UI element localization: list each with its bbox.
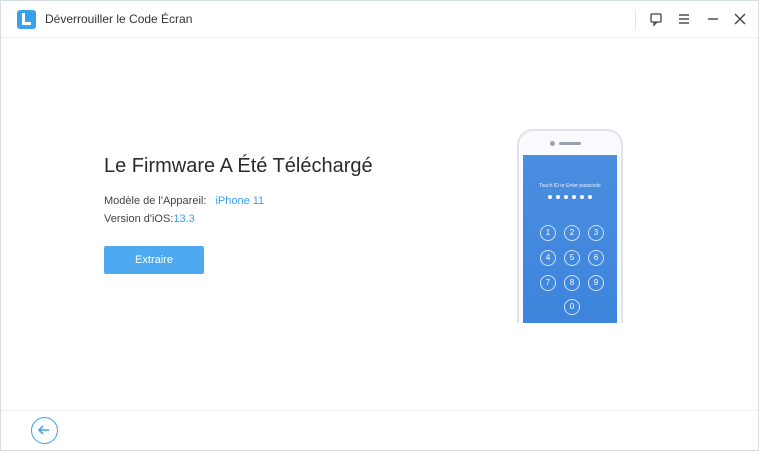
keypad-key-2: 2	[564, 225, 580, 241]
phone-speaker	[559, 142, 581, 145]
phone-camera	[550, 141, 555, 146]
minimize-icon	[708, 18, 718, 20]
menu-button[interactable]	[674, 9, 694, 29]
extract-button[interactable]: Extraire	[104, 246, 204, 274]
close-icon	[734, 13, 746, 25]
keypad-key-6: 6	[588, 250, 604, 266]
device-model-value: iPhone 11	[215, 195, 265, 207]
app-title: Déverrouiller le Code Écran	[45, 12, 193, 26]
keypad-key-0: 0	[564, 299, 580, 315]
keypad-key-4: 4	[540, 250, 556, 266]
phone-illustration: Touch ID or Enter passcode 1234567890	[517, 129, 623, 323]
keypad-key-5: 5	[564, 250, 580, 266]
close-button[interactable]	[730, 9, 750, 29]
back-button[interactable]	[31, 417, 58, 444]
app-window: Déverrouiller le Code Écran Le Firmware …	[0, 0, 759, 451]
device-model-label: Modèle de l'Appareil:	[104, 195, 207, 207]
keypad-key-8: 8	[564, 275, 580, 291]
device-model-row: Modèle de l'Appareil: iPhone 11	[104, 195, 264, 207]
keypad-key-7: 7	[540, 275, 556, 291]
passcode-keypad: 123 456 7890	[523, 155, 617, 323]
ios-version-value: 13.3	[173, 213, 195, 225]
feedback-button[interactable]	[646, 9, 666, 29]
feedback-icon	[650, 13, 662, 27]
keypad-key-3: 3	[588, 225, 604, 241]
minimize-button[interactable]	[703, 9, 723, 29]
app-logo-icon	[17, 10, 36, 29]
menu-icon	[679, 14, 689, 24]
page-title: Le Firmware A Été Téléchargé	[104, 155, 373, 177]
footer-divider	[1, 410, 758, 411]
titlebar-divider	[635, 10, 636, 30]
keypad-key-9: 9	[588, 275, 604, 291]
arrow-left-icon	[37, 425, 49, 435]
title-bar: Déverrouiller le Code Écran	[1, 1, 758, 38]
ios-version-row: Version d'iOS:13.3	[104, 213, 195, 225]
phone-screen: Touch ID or Enter passcode 1234567890	[523, 155, 617, 323]
ios-version-label: Version d'iOS:	[104, 213, 174, 225]
keypad-key-1: 1	[540, 225, 556, 241]
